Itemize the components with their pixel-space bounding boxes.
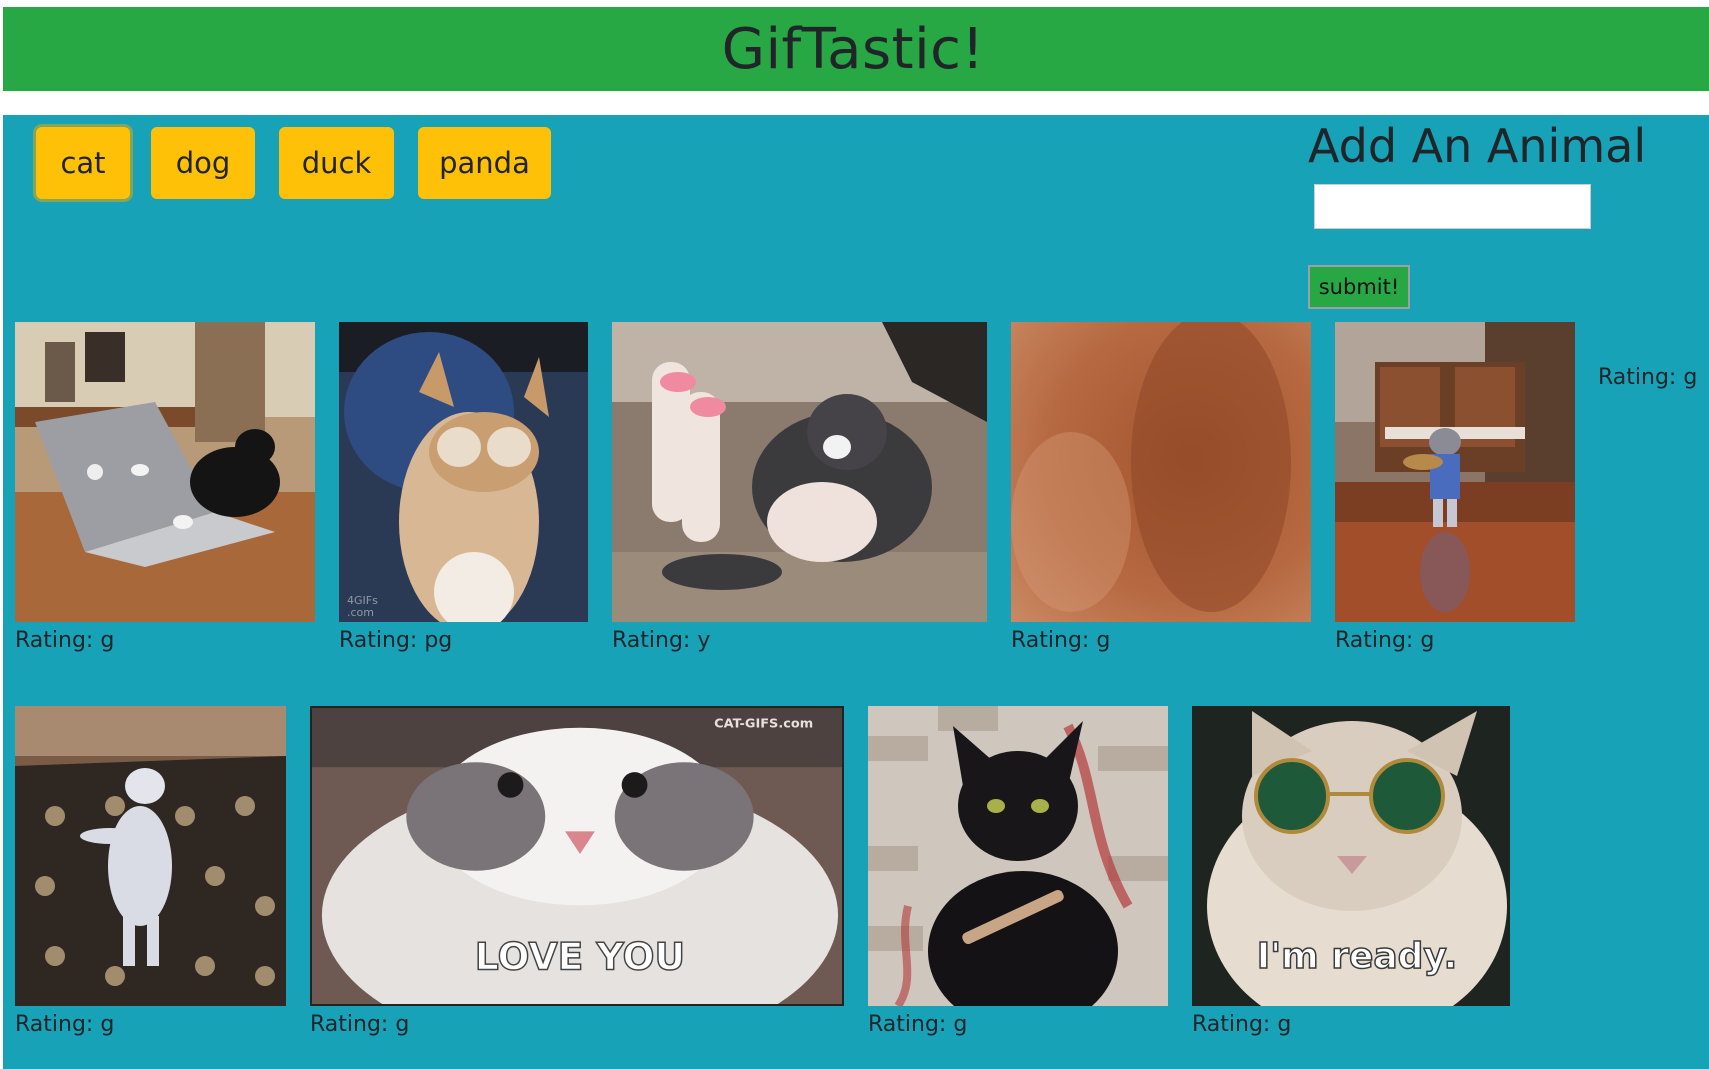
white-cat-dancing-on-rug-image <box>15 706 286 1006</box>
gif-kitten-stretching[interactable] <box>612 322 987 622</box>
cat-playing-guitar-image <box>1335 322 1575 622</box>
gif-black-cat-nail-file[interactable] <box>868 706 1168 1006</box>
cat-love-you-image: CAT-GIFS.com LOVE YOU <box>312 708 842 1004</box>
animal-button-panda[interactable]: panda <box>418 127 551 199</box>
blurry-cat-image <box>1011 322 1311 622</box>
add-animal-title: Add An Animal <box>1308 119 1647 173</box>
gif-cat-sunglasses[interactable]: I'm ready. <box>1192 706 1510 1006</box>
animal-button-dog[interactable]: dog <box>151 127 255 199</box>
gif-cat-typing[interactable] <box>15 322 315 622</box>
gif-rating: Rating: g <box>15 628 115 653</box>
kitten-stretching-image <box>612 322 987 622</box>
cat-sunglasses-image: I'm ready. <box>1192 706 1510 1006</box>
gif-cat-guitar[interactable] <box>1335 322 1575 622</box>
gif-caption: LOVE YOU <box>475 935 685 979</box>
submit-button[interactable]: submit! <box>1308 265 1410 309</box>
gif-cat-dancing[interactable] <box>15 706 286 1006</box>
black-cat-nail-file-image <box>868 706 1168 1006</box>
cat-covering-eyes-image: 4GIFs .com <box>339 322 588 622</box>
side-rating: Rating: g <box>1598 365 1698 390</box>
gif-rating: Rating: g <box>868 1012 968 1037</box>
animal-button-cat[interactable]: cat <box>36 127 130 199</box>
gif-watermark: CAT-GIFS.com <box>714 717 813 732</box>
animal-button-duck[interactable]: duck <box>279 127 394 199</box>
page-title: GifTastic! <box>721 16 985 82</box>
gif-rating: Rating: g <box>1011 628 1111 653</box>
gif-cat-love-you[interactable]: CAT-GIFS.com LOVE YOU <box>310 706 844 1006</box>
gif-blurry-cat[interactable] <box>1011 322 1311 622</box>
gif-cat-covering-eyes[interactable]: 4GIFs .com <box>339 322 588 622</box>
animal-input[interactable] <box>1314 184 1591 229</box>
gif-rating: Rating: g <box>1192 1012 1292 1037</box>
gif-rating: Rating: g <box>310 1012 410 1037</box>
gif-rating: Rating: g <box>15 1012 115 1037</box>
svg-text:.com: .com <box>347 606 374 619</box>
gif-rating: Rating: y <box>612 628 711 653</box>
gif-rating: Rating: pg <box>339 628 453 653</box>
gif-caption: I'm ready. <box>1257 936 1458 977</box>
page-header: GifTastic! <box>3 7 1709 91</box>
cat-typing-laptop-image <box>15 322 315 622</box>
gif-rating: Rating: g <box>1335 628 1435 653</box>
